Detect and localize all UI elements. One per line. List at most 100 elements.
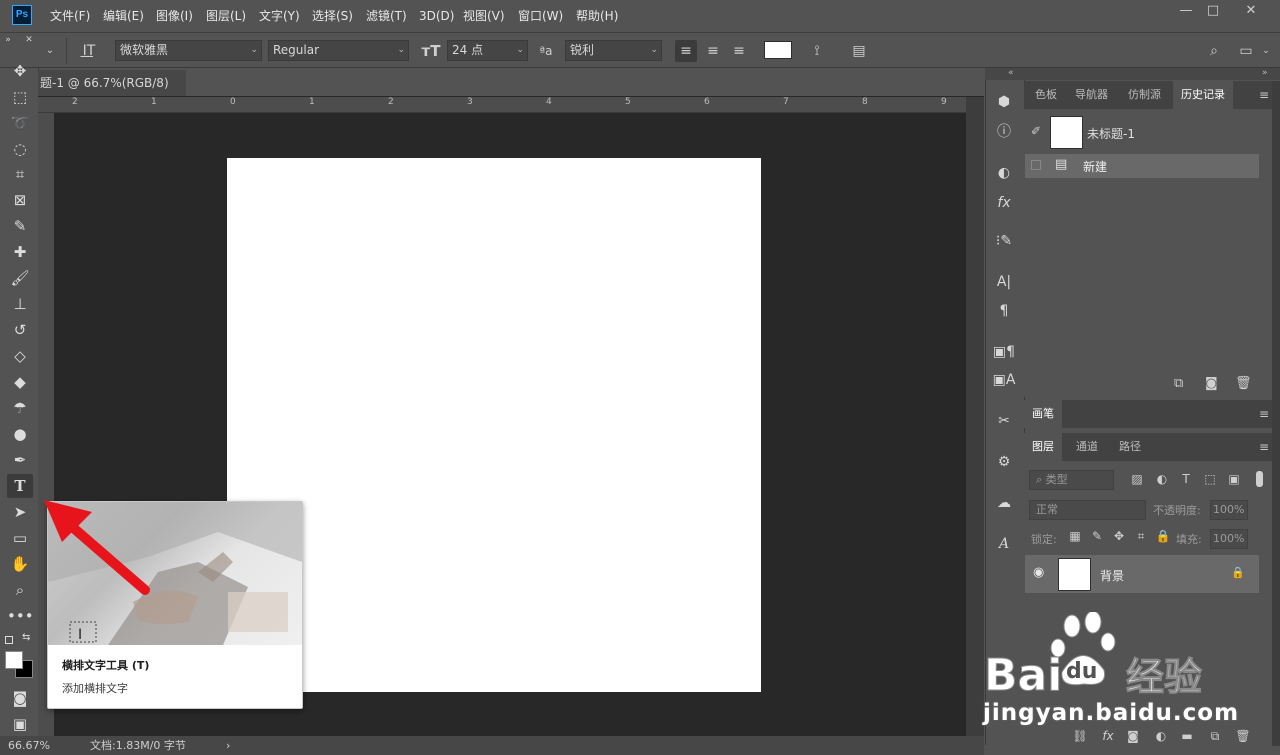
collapse-double-arrow-icon[interactable]: » <box>1 34 15 56</box>
marquee-tool-icon[interactable]: ⬚ <box>7 85 33 109</box>
menu-help[interactable]: 帮助(H) <box>570 0 624 32</box>
zoom-tool-icon[interactable]: ⌕ <box>7 578 33 602</box>
tool-preset-chevron-icon[interactable]: ⌄ <box>42 40 58 62</box>
screen-mode-icon[interactable]: ▣ <box>7 712 33 736</box>
workspace-switcher-icon[interactable]: ▭ <box>1235 40 1257 62</box>
font-size-dropdown[interactable]: 24 点 ⌄ <box>447 40 528 61</box>
minimize-button[interactable]: — <box>1171 0 1201 24</box>
tab-paths[interactable]: 路径 <box>1111 433 1149 461</box>
rectangle-tool-icon[interactable]: ▭ <box>7 526 33 550</box>
menu-type[interactable]: 文字(Y) <box>253 0 306 32</box>
tab-channels[interactable]: 通道 <box>1068 433 1106 461</box>
crop-tool-icon[interactable]: ⌗ <box>7 162 33 186</box>
chevron-down-icon[interactable]: ⌄ <box>1255 40 1277 62</box>
antialias-dropdown[interactable]: 锐利 ⌄ <box>565 40 662 61</box>
lock-transparent-icon[interactable]: ▦ <box>1066 529 1084 543</box>
horizontal-ruler[interactable] <box>38 97 966 113</box>
tab-history[interactable]: 历史记录 <box>1173 81 1233 109</box>
menu-image[interactable]: 图像(I) <box>150 0 199 32</box>
menu-filter[interactable]: 滤镜(T) <box>360 0 413 32</box>
character-icon[interactable]: A| <box>992 270 1016 294</box>
warp-text-icon[interactable]: ⟟ <box>806 40 828 62</box>
menu-select[interactable]: 选择(S) <box>306 0 359 32</box>
swap-colors-icon[interactable]: ⇆ <box>22 632 30 643</box>
hand-tool-icon[interactable]: ✋ <box>7 552 33 576</box>
new-snapshot-camera-icon[interactable]: ◙ <box>1205 376 1218 391</box>
filter-shape-icon[interactable]: ⬚ <box>1201 472 1219 486</box>
quick-selection-tool-icon[interactable]: ◌ <box>7 137 33 161</box>
restore-button[interactable]: □ <box>1198 0 1228 24</box>
filter-pixel-icon[interactable]: ▨ <box>1128 472 1146 486</box>
menu-3d[interactable]: 3D(D) <box>413 0 460 32</box>
quick-mask-icon[interactable]: ◙ <box>7 686 33 710</box>
dodge-tool-icon[interactable]: ● <box>7 422 33 446</box>
libraries-icon[interactable]: ☁ <box>992 491 1016 515</box>
layer-row[interactable]: ◉ 背景 🔒 <box>1025 555 1259 593</box>
tool-presets-icon[interactable]: ✂ <box>992 409 1016 433</box>
align-left-icon[interactable]: ≡ <box>675 40 697 62</box>
default-colors-icon[interactable] <box>5 636 13 644</box>
menu-file[interactable]: 文件(F) <box>44 0 96 32</box>
collapse-arrows-icon[interactable]: « <box>1008 68 1014 78</box>
brush-settings-icon[interactable]: ⁝✎ <box>992 229 1016 253</box>
close-button[interactable]: ✕ <box>1236 0 1266 24</box>
lasso-tool-icon[interactable]: ➰ <box>7 111 33 135</box>
tab-layers[interactable]: 图层 <box>1024 433 1062 461</box>
status-menu-arrow-icon[interactable]: › <box>226 736 230 755</box>
glyphs-icon[interactable]: A <box>992 532 1016 556</box>
panel-menu-icon[interactable]: ≡ <box>1257 433 1271 461</box>
filter-type-icon[interactable]: T <box>1177 472 1195 486</box>
pen-tool-icon[interactable]: ✒ <box>7 448 33 472</box>
text-orientation-toggle-icon[interactable]: I͟T <box>78 40 100 62</box>
foreground-color-swatch[interactable] <box>5 651 23 669</box>
brush-tool-icon[interactable]: 🖌 <box>7 266 33 290</box>
history-source-checkbox[interactable] <box>1031 160 1041 170</box>
path-selection-tool-icon[interactable]: ➤ <box>7 500 33 524</box>
adjustments-icon[interactable]: ◐ <box>992 161 1016 185</box>
clone-stamp-tool-icon[interactable]: ⊥ <box>7 292 33 316</box>
horizontal-type-tool-icon[interactable]: T <box>7 474 33 498</box>
blend-mode-dropdown[interactable]: 正常 <box>1029 500 1146 520</box>
history-snapshot[interactable]: ✐ 未标题-1 <box>1025 114 1259 152</box>
panel-menu-icon[interactable]: ≡ <box>1257 81 1271 109</box>
paint-bucket-tool-icon[interactable]: ◆ <box>7 370 33 394</box>
move-tool-icon[interactable]: ✥ <box>7 59 33 83</box>
blur-tool-icon[interactable]: ☂ <box>7 396 33 420</box>
character-panel-toggle-icon[interactable]: ▤ <box>848 40 870 62</box>
panel-menu-icon[interactable]: ≡ <box>1257 400 1271 428</box>
zoom-level[interactable]: 66.67% <box>8 736 50 755</box>
visibility-eye-icon[interactable]: ◉ <box>1033 565 1044 580</box>
lock-position-icon[interactable]: ✥ <box>1110 529 1128 543</box>
document-tab[interactable]: 题-1 @ 66.7%(RGB/8) × <box>38 70 186 116</box>
more-tools-icon[interactable]: ••• <box>7 604 34 628</box>
tab-brush[interactable]: 画笔 <box>1024 400 1062 428</box>
font-family-dropdown[interactable]: 微软雅黑 ⌄ <box>115 40 262 61</box>
info-icon[interactable]: ⓘ <box>992 120 1016 144</box>
search-icon[interactable]: ⌕ <box>1203 40 1225 62</box>
paragraph-styles-icon[interactable]: ▣¶ <box>992 340 1016 364</box>
align-right-icon[interactable]: ≡ <box>728 40 750 62</box>
frame-tool-icon[interactable]: ⊠ <box>7 188 33 212</box>
menu-window[interactable]: 窗口(W) <box>512 0 569 32</box>
eyedropper-tool-icon[interactable]: ✎ <box>7 214 33 238</box>
lock-all-icon[interactable]: 🔒 <box>1154 529 1172 543</box>
opacity-field[interactable]: 100% <box>1210 500 1248 520</box>
menu-layer[interactable]: 图层(L) <box>200 0 252 32</box>
healing-brush-tool-icon[interactable]: ✚ <box>7 240 33 264</box>
new-document-from-state-icon[interactable]: ⧉ <box>1174 376 1183 391</box>
menu-edit[interactable]: 编辑(E) <box>97 0 150 32</box>
3d-icon[interactable]: ⬢ <box>992 90 1016 114</box>
styles-fx-icon[interactable]: fx <box>992 191 1016 215</box>
eraser-tool-icon[interactable]: ◇ <box>7 344 33 368</box>
paragraph-icon[interactable]: ¶ <box>992 299 1016 323</box>
menu-view[interactable]: 视图(V) <box>457 0 511 32</box>
history-state-row[interactable]: ▤ 新建 <box>1025 154 1259 178</box>
character-styles-icon[interactable]: ▣A <box>992 368 1016 392</box>
filter-adjustment-icon[interactable]: ◐ <box>1153 472 1171 486</box>
filter-toggle-switch[interactable] <box>1256 471 1263 487</box>
font-style-dropdown[interactable]: Regular ⌄ <box>268 40 409 61</box>
filter-smart-object-icon[interactable]: ▣ <box>1225 472 1243 486</box>
expand-arrows-icon[interactable]: » <box>1262 68 1268 78</box>
history-brush-source-icon[interactable]: ✐ <box>1031 124 1041 138</box>
tab-swatches[interactable]: 色板 <box>1027 81 1065 109</box>
